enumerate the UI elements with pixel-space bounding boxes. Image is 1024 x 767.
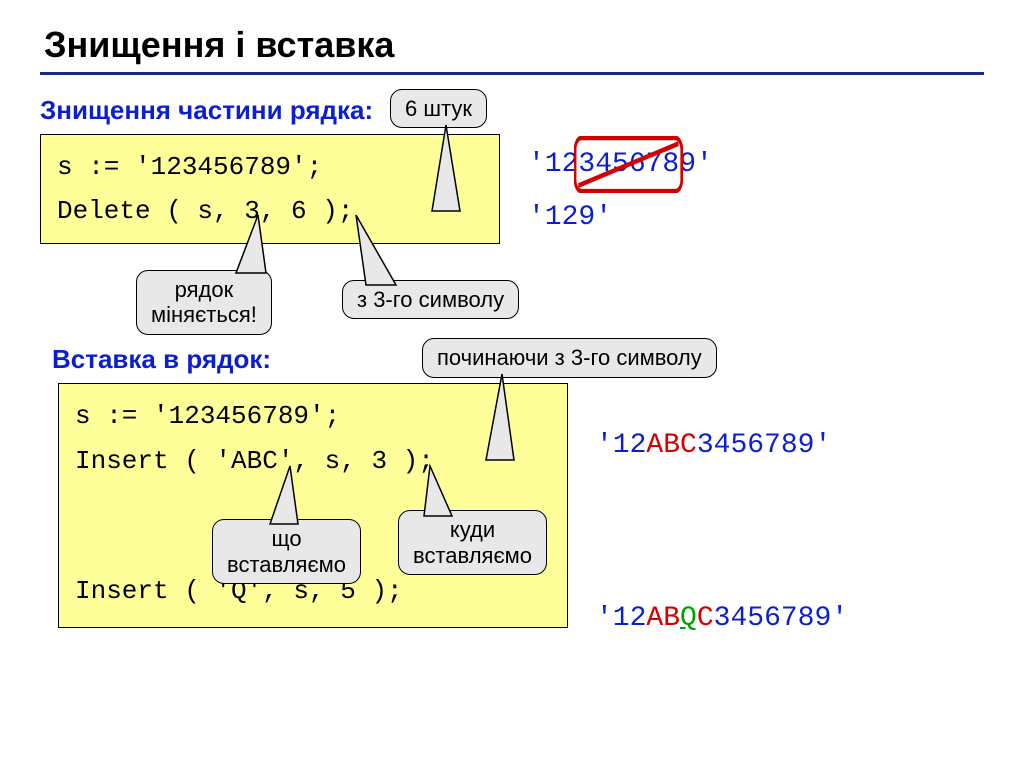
callout-six-pieces: 6 штук <box>390 89 487 128</box>
slide-title: Знищення і вставка <box>44 24 984 66</box>
callout-start-third: починаючи з 3-го символу <box>422 338 717 377</box>
callout-what-insert: що вставляємо <box>212 519 361 584</box>
section1-heading: Знищення частини рядка: <box>40 95 984 126</box>
title-rule <box>40 72 984 75</box>
code-line: Delete ( s, 3, 6 ); <box>57 189 483 233</box>
result-line: '129' <box>528 191 713 244</box>
section1-codebox: s := '123456789'; Delete ( s, 3, 6 ); <box>40 134 500 244</box>
callout-string-changes: рядок міняється! <box>136 270 272 335</box>
result-line: '12345678 9' <box>528 138 713 191</box>
callout-where-insert: куди вставляємо <box>398 510 547 575</box>
section1-results: '12345678 9' '129' <box>528 134 713 244</box>
code-line: Insert ( 'ABC', s, 3 ); <box>75 439 551 483</box>
code-line: s := '123456789'; <box>75 394 551 438</box>
code-line: s := '123456789'; <box>57 145 483 189</box>
section2-codebox: s := '123456789'; Insert ( 'ABC', s, 3 )… <box>58 383 568 628</box>
result-line: '12ABQC3456789' <box>596 588 848 645</box>
callout-from-third: з 3-го символу <box>342 280 519 319</box>
result-line: '12ABC3456789' <box>596 415 848 472</box>
